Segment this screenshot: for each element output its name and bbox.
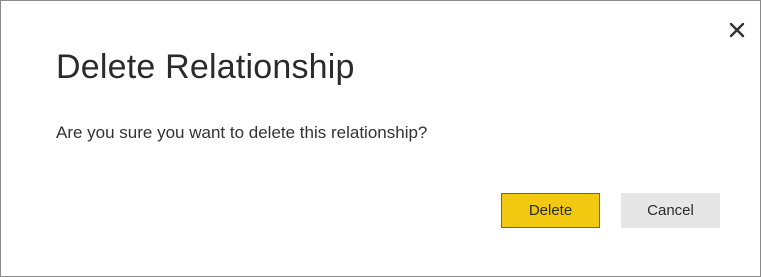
- delete-button[interactable]: Delete: [501, 193, 600, 228]
- dialog-title: Delete Relationship: [56, 48, 355, 86]
- cancel-button[interactable]: Cancel: [621, 193, 720, 228]
- dialog-message: Are you sure you want to delete this rel…: [56, 123, 428, 142]
- close-button[interactable]: [726, 19, 748, 41]
- delete-relationship-dialog: Delete Relationship Are you sure you wan…: [0, 0, 761, 277]
- close-icon: [729, 22, 745, 38]
